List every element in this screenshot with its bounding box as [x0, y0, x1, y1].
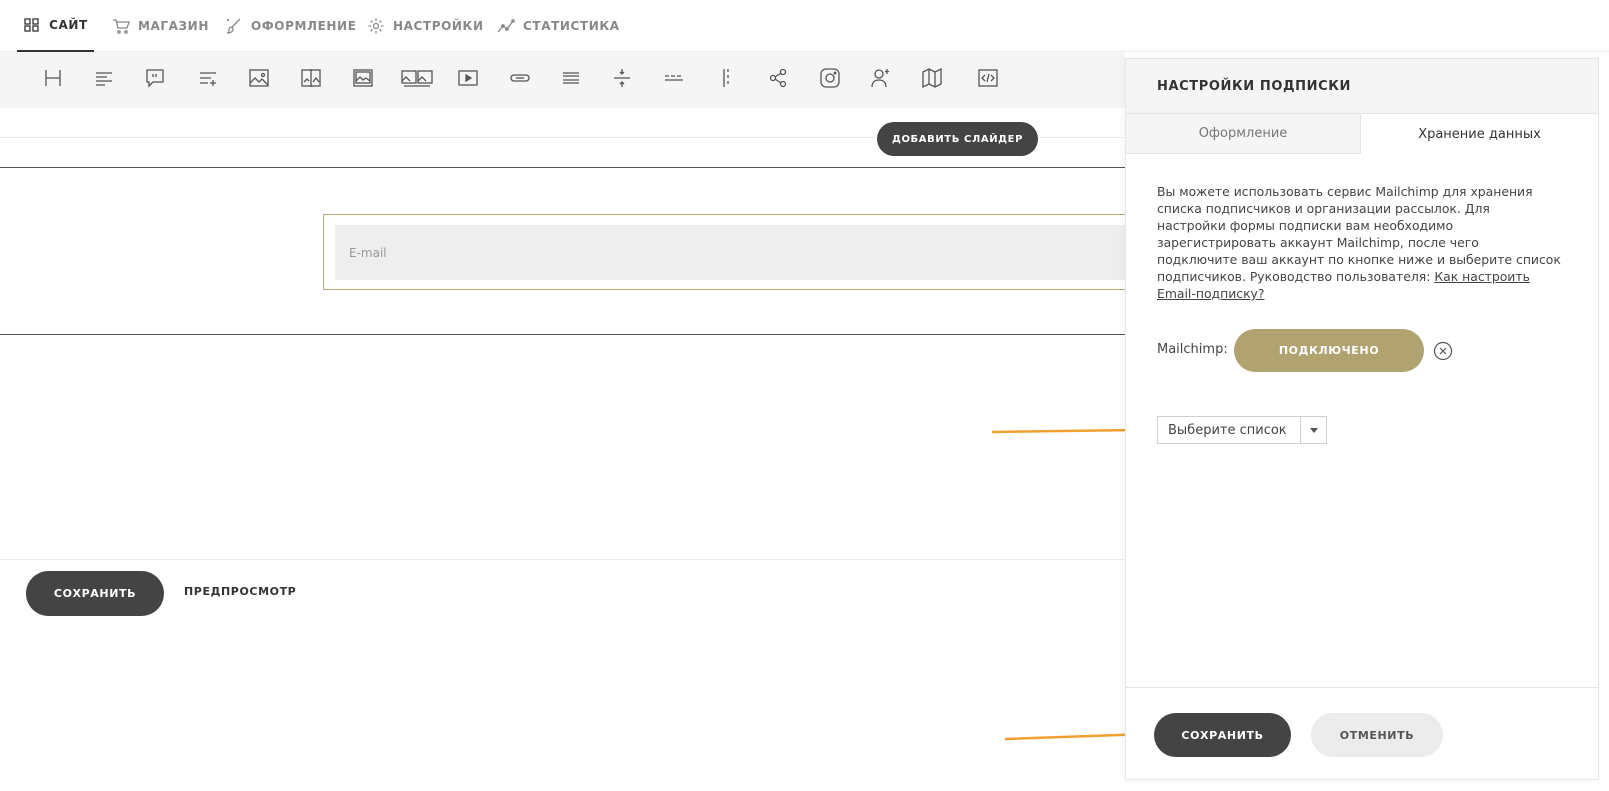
image-frame-icon[interactable]: [351, 66, 375, 90]
mailchimp-description: Вы можете использовать сервис Mailchimp …: [1157, 183, 1561, 302]
nav-item-label: СТАТИСТИКА: [523, 19, 620, 33]
dashed-divider-icon[interactable]: [662, 66, 686, 90]
image-icon[interactable]: [247, 66, 271, 90]
subscribe-icon[interactable]: [869, 66, 893, 90]
list-icon[interactable]: [196, 66, 220, 90]
tab-design[interactable]: Оформление: [1126, 114, 1361, 154]
tab-data-storage[interactable]: Хранение данных: [1361, 114, 1598, 154]
nav-item-label: НАСТРОЙКИ: [393, 19, 484, 33]
preview-link[interactable]: ПРЕДПРОСМОТР: [184, 585, 296, 598]
brush-icon: [226, 18, 241, 34]
menu-icon[interactable]: [559, 66, 583, 90]
image-compare-icon[interactable]: [299, 66, 323, 90]
save-button[interactable]: СОХРАНИТЬ: [26, 571, 164, 616]
panel-footer-divider: [1126, 687, 1598, 688]
gear-icon: [368, 18, 384, 34]
close-circle-icon[interactable]: [1433, 341, 1453, 361]
nav-item-statistics[interactable]: СТАТИСТИКА: [497, 0, 620, 52]
panel-save-button[interactable]: СОХРАНИТЬ: [1154, 713, 1291, 757]
button-icon[interactable]: [508, 66, 532, 90]
vertical-divider-icon[interactable]: [714, 66, 738, 90]
panel-header: НАСТРОЙКИ ПОДПИСКИ: [1126, 59, 1598, 114]
subscription-settings-panel: НАСТРОЙКИ ПОДПИСКИ Оформление Хранение д…: [1125, 58, 1599, 780]
email-field[interactable]: [335, 225, 1125, 280]
nav-item-label: САЙТ: [49, 18, 88, 32]
panel-cancel-button[interactable]: ОТМЕНИТЬ: [1311, 713, 1443, 757]
mailchimp-label: Mailchimp:: [1157, 342, 1228, 357]
nav-item-label: ОФОРМЛЕНИЕ: [251, 19, 357, 33]
nav-item-design[interactable]: ОФОРМЛЕНИЕ: [225, 0, 357, 52]
divider-space-icon[interactable]: [610, 66, 634, 90]
stats-icon: [497, 19, 515, 33]
share-icon[interactable]: [766, 66, 790, 90]
list-select[interactable]: Выберите список: [1157, 416, 1327, 444]
video-icon[interactable]: [456, 66, 480, 90]
gallery-icon[interactable]: [400, 66, 434, 90]
heading-icon[interactable]: [41, 66, 65, 90]
cart-icon: [113, 19, 130, 34]
nav-item-label: МАГАЗИН: [138, 19, 209, 33]
add-slider-button[interactable]: ДОБАВИТЬ СЛАЙДЕР: [877, 122, 1038, 156]
nav-item-shop[interactable]: МАГАЗИН: [112, 0, 209, 52]
text-icon[interactable]: [92, 66, 116, 90]
bottom-bar-divider: [0, 559, 1125, 560]
section-border-top: [0, 167, 1125, 168]
section-border-bottom: [0, 334, 1125, 335]
nav-item-site[interactable]: САЙТ: [17, 0, 94, 52]
mailchimp-connected-button[interactable]: ПОДКЛЮЧЕНО: [1234, 329, 1424, 372]
list-select-value: Выберите список: [1168, 422, 1287, 438]
top-nav: САЙТ МАГАЗИН ОФОРМЛЕНИЕ НАСТРОЙКИ СТАТИС…: [0, 0, 1609, 52]
panel-title: НАСТРОЙКИ ПОДПИСКИ: [1157, 79, 1351, 94]
chevron-down-icon[interactable]: [1300, 417, 1326, 443]
nav-item-settings[interactable]: НАСТРОЙКИ: [367, 0, 484, 52]
quote-icon[interactable]: [143, 66, 167, 90]
panel-tabs: Оформление Хранение данных: [1126, 114, 1598, 154]
instagram-icon[interactable]: [818, 66, 842, 90]
grid-icon: [24, 18, 39, 32]
map-icon[interactable]: [920, 66, 944, 90]
code-icon[interactable]: [976, 66, 1000, 90]
